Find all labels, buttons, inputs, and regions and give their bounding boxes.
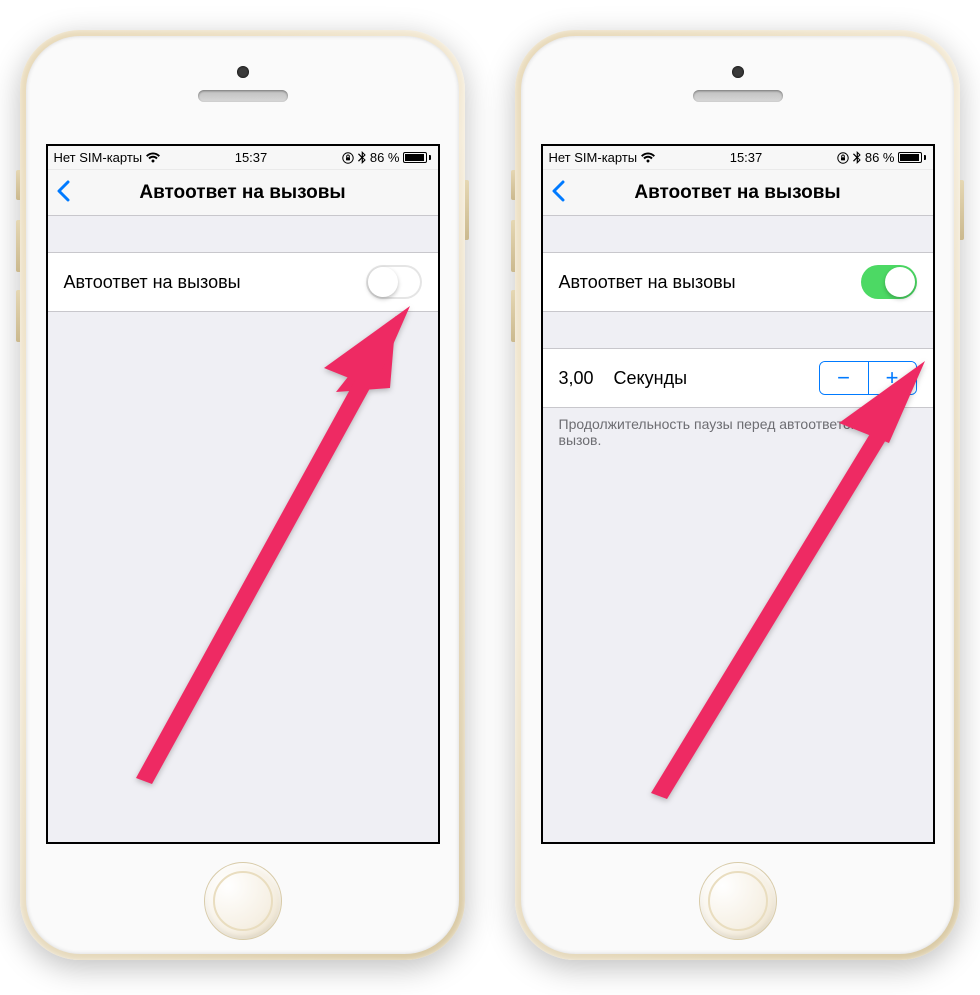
battery-icon [403,152,431,163]
seconds-cell: 3,00 Секунды − + [543,348,933,408]
ear-speaker [693,90,783,102]
home-button[interactable] [699,862,777,940]
auto-answer-cell: Автоответ на вызовы [48,252,438,312]
volume-up-button [16,220,20,272]
bluetooth-icon [358,151,366,164]
auto-answer-label: Автоответ на вызовы [559,272,736,293]
clock: 15:37 [235,150,268,165]
status-bar: Нет SIM-карты 15:37 86 % [543,146,933,170]
auto-answer-label: Автоответ на вызовы [64,272,241,293]
auto-answer-cell: Автоответ на вызовы [543,252,933,312]
wifi-icon [641,152,655,163]
power-button [465,180,469,240]
phone-right: Нет SIM-карты 15:37 86 % [515,30,960,960]
volume-down-button [16,290,20,342]
front-camera [237,66,249,78]
seconds-footer: Продолжительность паузы перед автоответо… [543,408,933,456]
battery-icon [898,152,926,163]
back-button[interactable] [56,177,70,209]
page-title: Автоответ на вызовы [48,182,438,204]
stepper-plus-button[interactable]: + [868,362,916,394]
mute-switch [16,170,20,200]
phone-left: Нет SIM-карты 15:37 86 % [20,30,465,960]
seconds-stepper: − + [819,361,917,395]
status-bar: Нет SIM-карты 15:37 86 % [48,146,438,170]
clock: 15:37 [730,150,763,165]
volume-up-button [511,220,515,272]
auto-answer-toggle[interactable] [366,265,422,299]
screen: Нет SIM-карты 15:37 86 % [541,144,935,844]
seconds-label: Секунды [614,368,687,389]
back-button[interactable] [551,177,565,209]
bluetooth-icon [853,151,861,164]
navigation-bar: Автоответ на вызовы [48,170,438,216]
page-title: Автоответ на вызовы [543,182,933,204]
orientation-lock-icon [837,152,849,164]
screen: Нет SIM-карты 15:37 86 % [46,144,440,844]
stepper-minus-button[interactable]: − [820,362,868,394]
seconds-value: 3,00 [559,368,594,389]
auto-answer-toggle[interactable] [861,265,917,299]
wifi-icon [146,152,160,163]
orientation-lock-icon [342,152,354,164]
ear-speaker [198,90,288,102]
carrier-text: Нет SIM-карты [549,150,638,165]
front-camera [732,66,744,78]
carrier-text: Нет SIM-карты [54,150,143,165]
mute-switch [511,170,515,200]
navigation-bar: Автоответ на вызовы [543,170,933,216]
volume-down-button [511,290,515,342]
annotation-arrow [118,306,418,791]
home-button[interactable] [204,862,282,940]
battery-pct: 86 % [865,150,895,165]
power-button [960,180,964,240]
battery-pct: 86 % [370,150,400,165]
